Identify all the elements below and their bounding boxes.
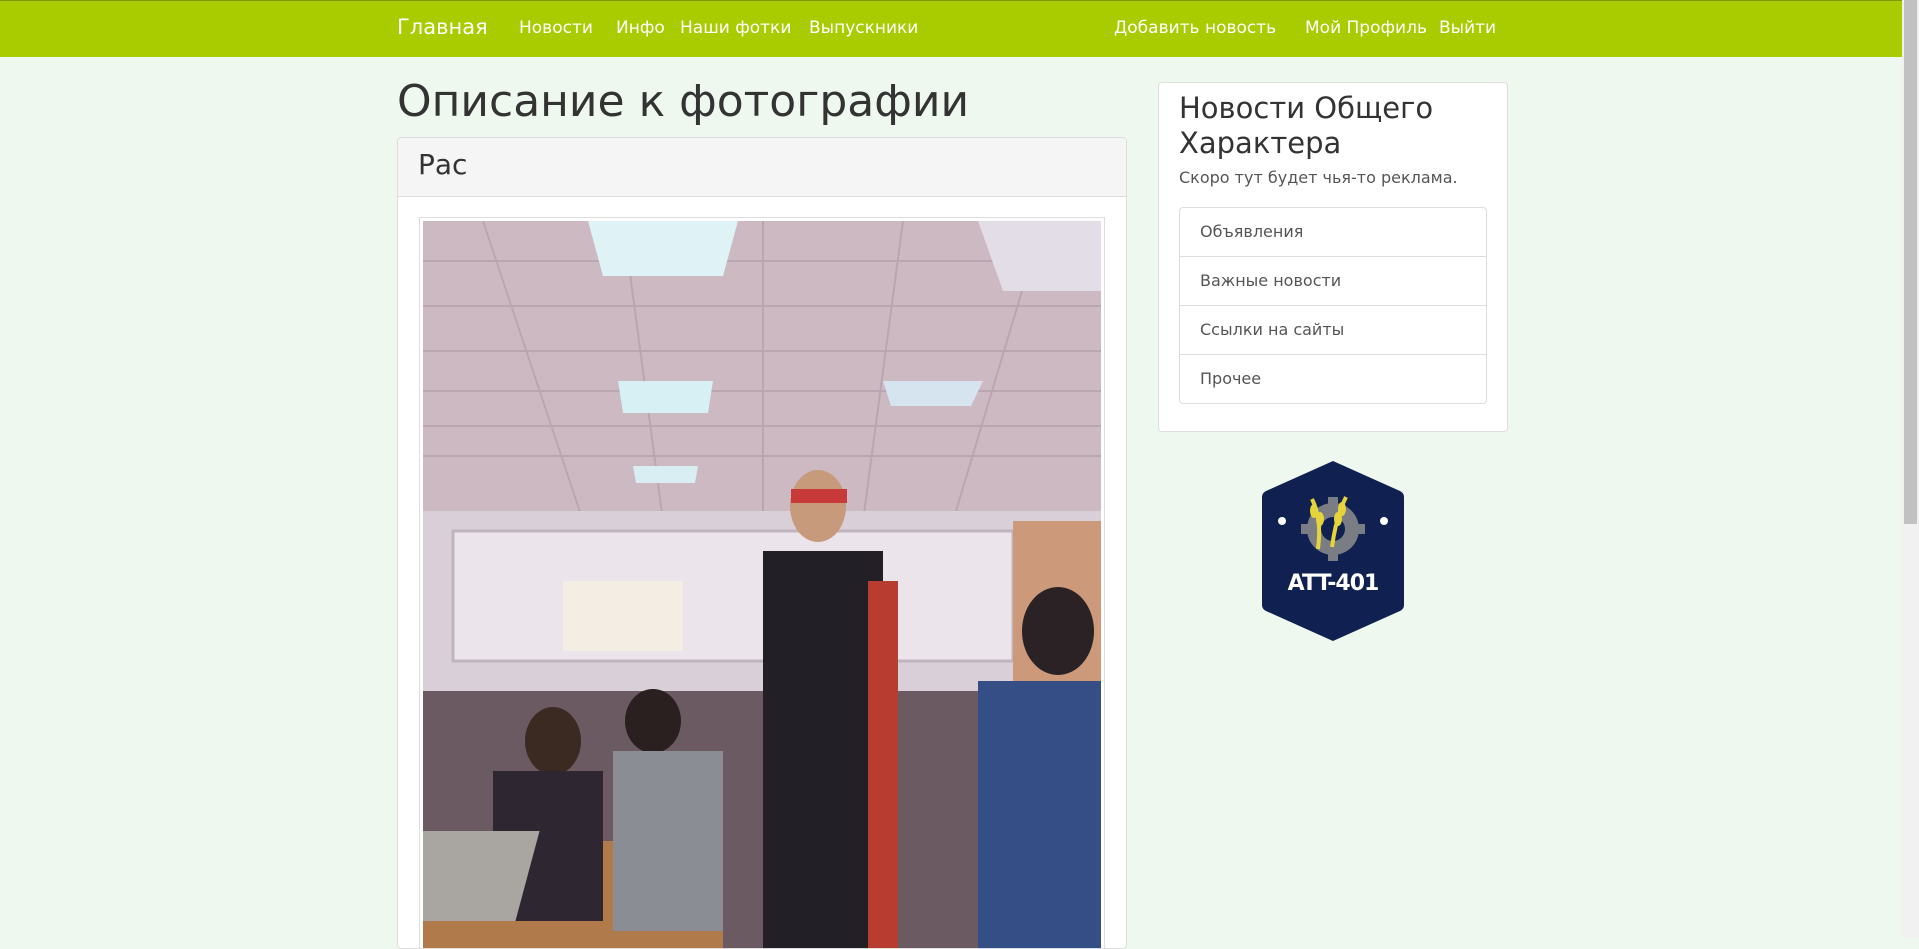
scrollbar-thumb[interactable] [1904, 0, 1917, 524]
nav-link-photos[interactable]: Наши фотки [680, 18, 791, 38]
sidebar-item-label: Объявления [1200, 222, 1304, 241]
photo-frame [419, 217, 1105, 948]
sidebar-item-important-news[interactable]: Важные новости [1179, 256, 1487, 306]
page-scrollbar[interactable] [1902, 0, 1919, 938]
sidebar-item-other[interactable]: Прочее [1179, 354, 1487, 404]
sidebar-item-site-links[interactable]: Ссылки на сайты [1179, 305, 1487, 355]
photo-panel: Рас [397, 137, 1127, 949]
nav-link-add-news[interactable]: Добавить новость [1114, 18, 1276, 38]
nav-link-news[interactable]: Новости [519, 18, 593, 38]
classroom-photo-illustration [423, 221, 1101, 948]
sidebar-news-widget: Новости Общего Характера Скоро тут будет… [1158, 82, 1508, 432]
nav-link-logout[interactable]: Выйти [1439, 18, 1496, 38]
sidebar-title: Новости Общего Характера [1179, 91, 1434, 160]
nav-brand-home[interactable]: Главная [397, 15, 488, 39]
sidebar-item-label: Ссылки на сайты [1200, 320, 1345, 339]
nav-link-graduates[interactable]: Выпускники [809, 18, 918, 38]
classroom-photo[interactable] [423, 221, 1101, 948]
panel-heading: Рас [398, 138, 1126, 197]
group-logo: ATT-401 [1260, 459, 1406, 643]
sidebar-item-label: Важные новости [1200, 271, 1342, 290]
logo-text: ATT-401 [1287, 571, 1380, 596]
sidebar-item-announcements[interactable]: Объявления [1179, 207, 1487, 257]
panel-title: Рас [418, 148, 468, 181]
nav-link-profile[interactable]: Мой Профиль [1305, 18, 1427, 38]
sidebar-item-label: Прочее [1200, 369, 1262, 388]
top-navbar: Главная Новости Инфо Наши фотки Выпускни… [0, 0, 1902, 57]
nav-link-info[interactable]: Инфо [616, 18, 665, 38]
hexagon-badge-icon [1262, 461, 1404, 641]
page-title: Описание к фотографии [397, 76, 970, 127]
sidebar-list: Объявления Важные новости Ссылки на сайт… [1179, 207, 1487, 404]
sidebar-description: Скоро тут будет чья-то реклама. [1179, 168, 1458, 187]
